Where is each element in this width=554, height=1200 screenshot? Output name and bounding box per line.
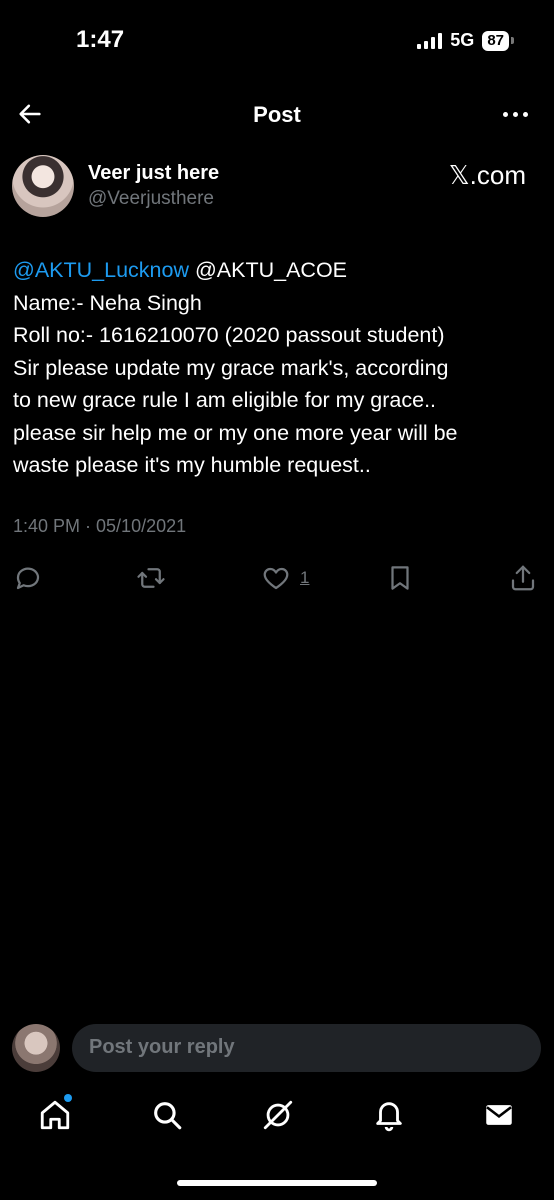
notifications-icon[interactable] xyxy=(372,1098,406,1132)
network-label: 5G xyxy=(450,30,475,50)
battery-icon: 87 xyxy=(482,30,514,51)
post-line: please sir help me or my one more year w… xyxy=(13,420,458,445)
messages-icon[interactable] xyxy=(482,1098,516,1132)
like-icon[interactable] xyxy=(261,563,291,593)
signal-icon xyxy=(417,32,443,49)
home-indicator xyxy=(177,1180,377,1186)
home-icon[interactable] xyxy=(38,1098,72,1132)
reply-icon[interactable] xyxy=(13,563,43,593)
grok-icon[interactable] xyxy=(261,1098,295,1132)
post-timestamp[interactable]: 1:40 PM · 05/10/2021 xyxy=(13,516,186,537)
more-options-icon[interactable] xyxy=(503,112,528,117)
post-line: to new grace rule I am eligible for my g… xyxy=(13,388,437,412)
bookmark-icon[interactable] xyxy=(385,563,415,593)
post-line: Name:- Neha Singh xyxy=(13,290,202,315)
author-avatar[interactable] xyxy=(12,155,74,217)
post-text: @AKTU_Lucknow @AKTU_ACOE Name:- Neha Sin… xyxy=(13,254,543,482)
author-name[interactable]: Veer just here xyxy=(88,162,219,185)
page-title: Post xyxy=(253,102,301,127)
post-line: waste please it's my humble request.. xyxy=(13,453,371,477)
post-line: Sir please update my grace mark's, accor… xyxy=(13,355,449,380)
author-handle[interactable]: @Veerjusthere xyxy=(88,188,214,210)
notification-dot xyxy=(64,1094,72,1102)
search-icon[interactable] xyxy=(150,1098,184,1132)
battery-level: 87 xyxy=(482,30,509,51)
user-avatar[interactable] xyxy=(12,1024,60,1072)
x-com-logo: 𝕏.com xyxy=(448,160,526,190)
post-line: Roll no:- 1616210070 (2020 passout stude… xyxy=(13,323,445,347)
mention-link[interactable]: @AKTU_Lucknow xyxy=(13,258,189,282)
status-indicators: 5G 87 xyxy=(417,30,514,51)
reply-placeholder: Post your reply xyxy=(89,1036,235,1058)
status-time: 1:47 xyxy=(76,26,125,53)
like-count[interactable]: 1 xyxy=(300,568,309,588)
share-icon[interactable] xyxy=(508,563,538,593)
mention-text: @AKTU_ACOE xyxy=(194,258,348,282)
repost-icon[interactable] xyxy=(136,563,166,593)
